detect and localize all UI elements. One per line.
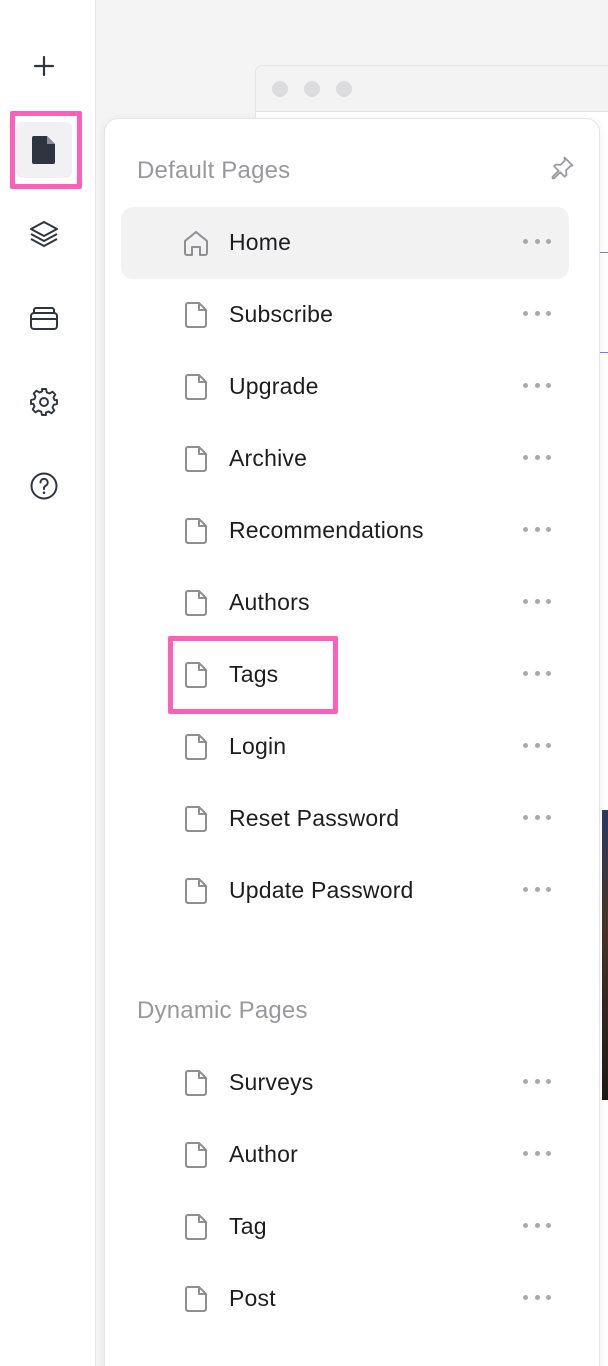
more-options-icon[interactable] xyxy=(523,239,551,247)
page-icon xyxy=(181,660,211,690)
page-label: Reset Password xyxy=(229,805,400,831)
more-options-icon[interactable] xyxy=(523,599,551,607)
pages-button[interactable] xyxy=(16,122,72,178)
page-icon xyxy=(181,516,211,546)
settings-button[interactable] xyxy=(16,374,72,430)
page-row-subscribe[interactable]: Subscribe xyxy=(121,279,569,351)
page-icon xyxy=(181,300,211,330)
page-label: Recommendations xyxy=(229,517,424,543)
pin-icon xyxy=(551,156,574,180)
page-icon xyxy=(181,1068,211,1098)
page-row-reset-password[interactable]: Reset Password xyxy=(121,783,569,855)
page-label: Subscribe xyxy=(229,301,334,327)
left-sidebar xyxy=(0,0,96,1366)
page-row-tags[interactable]: Tags xyxy=(121,639,569,711)
pin-panel-button[interactable] xyxy=(547,153,577,183)
page-row-surveys[interactable]: Surveys xyxy=(121,1047,569,1119)
page-label: Archive xyxy=(229,445,308,471)
preview-titlebar xyxy=(256,66,608,112)
page-row-authors[interactable]: Authors xyxy=(121,567,569,639)
more-options-icon[interactable] xyxy=(523,1295,551,1303)
page-row-home[interactable]: Home xyxy=(121,207,569,279)
add-button[interactable] xyxy=(16,38,72,94)
page-label: Login xyxy=(229,733,287,759)
page-icon xyxy=(181,876,211,906)
more-options-icon[interactable] xyxy=(523,383,551,391)
gear-icon xyxy=(30,388,58,416)
page-label: Upgrade xyxy=(229,373,319,399)
plus-icon xyxy=(33,55,55,77)
preview-image-fragment xyxy=(602,810,608,1100)
more-options-icon[interactable] xyxy=(523,1079,551,1087)
page-row-login[interactable]: Login xyxy=(121,711,569,783)
page-icon xyxy=(181,1212,211,1242)
help-icon xyxy=(30,472,58,500)
page-label: Tag xyxy=(229,1213,267,1239)
page-label: Author xyxy=(229,1141,298,1167)
page-icon xyxy=(181,1140,211,1170)
layers-button[interactable] xyxy=(16,206,72,262)
page-label: Update Password xyxy=(229,877,414,903)
page-row-tag[interactable]: Tag xyxy=(121,1191,569,1263)
app-root: Default Pages Home Subscribe Upgrade Archiv… xyxy=(0,0,608,1366)
page-icon xyxy=(181,444,211,474)
page-label: Post xyxy=(229,1285,276,1311)
dynamic-pages-heading: Dynamic Pages xyxy=(137,997,308,1024)
page-icon xyxy=(32,136,55,164)
default-pages-heading: Default Pages xyxy=(137,157,291,184)
page-icon xyxy=(181,1284,211,1314)
page-label: Tags xyxy=(229,661,279,687)
page-label: Surveys xyxy=(229,1069,314,1095)
more-options-icon[interactable] xyxy=(523,743,551,751)
page-row-post[interactable]: Post xyxy=(121,1263,569,1335)
page-row-author[interactable]: Author xyxy=(121,1119,569,1191)
more-options-icon[interactable] xyxy=(523,887,551,895)
page-label: Authors xyxy=(229,589,310,615)
help-button[interactable] xyxy=(16,458,72,514)
page-row-recommendations[interactable]: Recommendations xyxy=(121,495,569,567)
page-row-archive[interactable]: Archive xyxy=(121,423,569,495)
more-options-icon[interactable] xyxy=(523,671,551,679)
preview-accent-line xyxy=(600,352,608,353)
window-dot xyxy=(304,81,320,97)
stack-icon xyxy=(30,307,58,330)
more-options-icon[interactable] xyxy=(523,1223,551,1231)
home-icon xyxy=(181,228,211,258)
page-icon xyxy=(181,804,211,834)
more-options-icon[interactable] xyxy=(523,527,551,535)
page-row-update-password[interactable]: Update Password xyxy=(121,855,569,927)
components-button[interactable] xyxy=(16,290,72,346)
more-options-icon[interactable] xyxy=(523,1151,551,1159)
more-options-icon[interactable] xyxy=(523,455,551,463)
page-label: Home xyxy=(229,229,292,255)
more-options-icon[interactable] xyxy=(523,815,551,823)
preview-accent-line xyxy=(600,252,608,253)
layers-icon xyxy=(30,221,58,247)
page-row-upgrade[interactable]: Upgrade xyxy=(121,351,569,423)
pages-panel: Default Pages Home Subscribe Upgrade Archiv… xyxy=(104,118,600,1366)
window-dot xyxy=(336,81,352,97)
page-icon xyxy=(181,588,211,618)
window-dot xyxy=(272,81,288,97)
more-options-icon[interactable] xyxy=(523,311,551,319)
page-icon xyxy=(181,732,211,762)
page-icon xyxy=(181,372,211,402)
